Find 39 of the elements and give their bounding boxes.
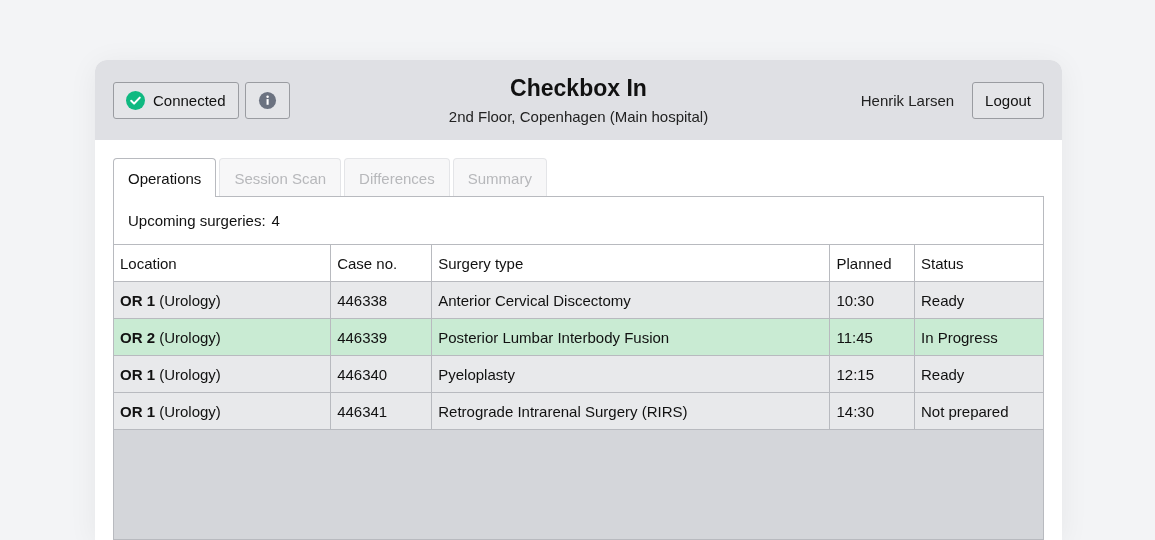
column-header: Case no. bbox=[330, 244, 432, 282]
table-cell: Retrograde Intrarenal Surgery (RIRS) bbox=[431, 392, 830, 430]
table-cell: 11:45 bbox=[829, 318, 915, 356]
table-row[interactable]: OR 1 (Urology) 446340 Pyeloplasty 12:15 Ready bbox=[114, 355, 1043, 393]
table-cell: OR 1 (Urology) bbox=[114, 355, 331, 393]
location-subtitle: 2nd Floor, Copenhagen (Main hospital) bbox=[448, 108, 709, 125]
table-cell: 446338 bbox=[330, 281, 432, 319]
table-cell: OR 1 (Urology) bbox=[114, 281, 331, 319]
table-cell: 10:30 bbox=[829, 281, 915, 319]
table-cell: 14:30 bbox=[829, 392, 915, 430]
tab[interactable]: Operations bbox=[113, 158, 217, 197]
table-cell: 446339 bbox=[330, 318, 432, 356]
table-row[interactable]: OR 1 (Urology) 446338 Anterior Cervical Discectomy 10:30 Ready bbox=[114, 281, 1043, 319]
app-title: Checkbox In bbox=[510, 75, 647, 102]
table-cell: Ready bbox=[914, 281, 1043, 319]
info-icon bbox=[257, 90, 277, 110]
user-name: Henrik Larsen bbox=[860, 91, 955, 109]
table-cell: OR 2 (Urology) bbox=[114, 318, 331, 356]
column-header: Status bbox=[914, 244, 1043, 282]
summary-label: Upcoming surgeries: bbox=[128, 212, 266, 229]
table-cell: Posterior Lumbar Interbody Fusion bbox=[431, 318, 830, 356]
table-row[interactable]: OR 1 (Urology) 446341 Retrograde Intrarenal Surgery (RIRS) 14:30 Not prepared bbox=[114, 392, 1043, 430]
logout-button[interactable]: Logout bbox=[972, 81, 1044, 119]
summary-count: 4 bbox=[271, 212, 280, 229]
table-cell: Ready bbox=[914, 355, 1043, 393]
column-header: Planned bbox=[829, 244, 915, 282]
table-cell: 446341 bbox=[330, 392, 432, 430]
column-header: Surgery type bbox=[431, 244, 830, 282]
connection-button[interactable]: Connected bbox=[113, 81, 239, 119]
table-cell: OR 1 (Urology) bbox=[114, 392, 331, 430]
table-cell: Anterior Cervical Discectomy bbox=[431, 281, 830, 319]
table-row[interactable]: OR 2 (Urology) 446339 Posterior Lumbar Interbody Fusion 11:45 In Progress bbox=[114, 318, 1043, 356]
info-button[interactable] bbox=[244, 81, 290, 119]
table-cell: Pyeloplasty bbox=[431, 355, 830, 393]
table-cell: 446340 bbox=[330, 355, 432, 393]
table-cell: 12:15 bbox=[829, 355, 915, 393]
table-cell: Not prepared bbox=[914, 392, 1043, 430]
table-cell: In Progress bbox=[914, 318, 1043, 356]
column-header: Location bbox=[114, 244, 331, 282]
